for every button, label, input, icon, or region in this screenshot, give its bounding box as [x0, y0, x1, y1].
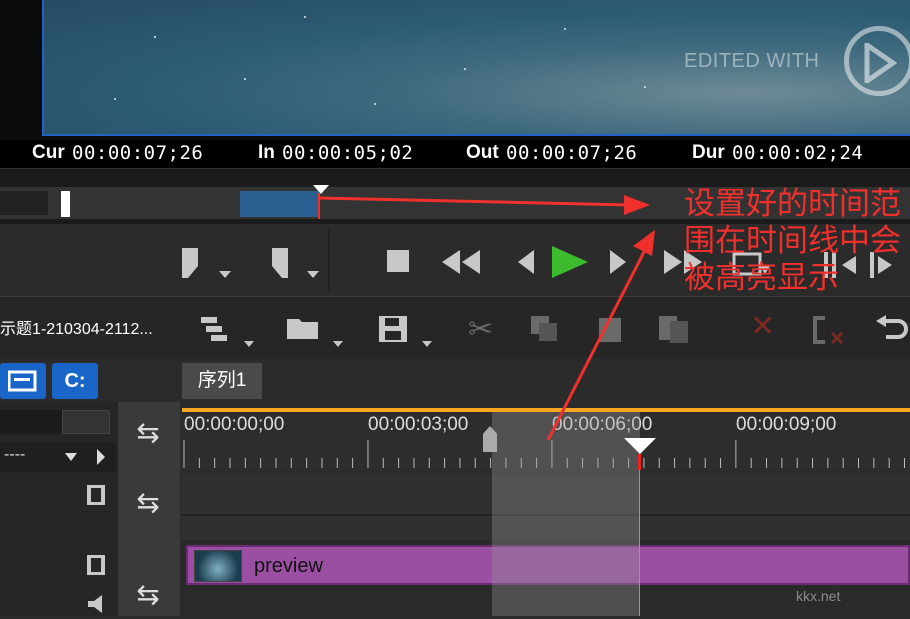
- annotation-text: 设置好的时间范围在时间线中会被高亮显示: [684, 186, 901, 296]
- corner-watermark: kkx.net: [796, 588, 841, 604]
- annotation-arrows: [317, 195, 655, 441]
